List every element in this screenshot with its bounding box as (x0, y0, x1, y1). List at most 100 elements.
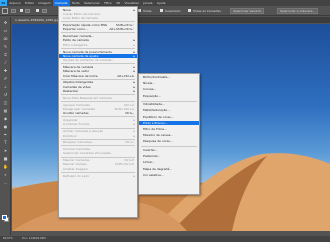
path-select-tool-icon[interactable]: ➤ (3, 148, 8, 153)
more-tools-icon[interactable]: … (3, 180, 8, 185)
layer-menu: Nova ▸ Copiar Estilo de Camada Colar Estilo… (58, 6, 138, 218)
move-tool-icon[interactable] (2, 8, 8, 14)
menu-item: Distribuir ▸ (59, 134, 137, 139)
menu-item-label: Preto e Branco... (143, 120, 168, 125)
menu-item[interactable]: Exposição... (139, 94, 199, 99)
menu-item: Achatar Imagem (59, 167, 137, 172)
menu-item-shortcut: Alt+Ctrl+G (117, 73, 134, 78)
menu-item[interactable]: Rasterizar ▸ (59, 89, 137, 94)
menu-item-shortcut: Alt+Shift+Ctrl+' (109, 27, 134, 32)
menu-item-label: Brilho/Contraste... (143, 75, 171, 79)
clone-stamp-tool-icon[interactable]: ⊥ (3, 84, 8, 89)
menu-item[interactable]: Limiar... (139, 160, 199, 165)
select-and-mask-button[interactable]: Selecionar e máscara... (277, 8, 319, 14)
menu-item-label: Selecionar Camadas Vinculadas (63, 151, 111, 156)
auto-select-checkbox[interactable] (20, 9, 23, 12)
lasso-tool-icon[interactable]: ꝏ (3, 36, 8, 41)
menu-item-label: Mapa de degradê... (143, 166, 173, 171)
menu-item[interactable]: Equilíbrio de cores... (139, 115, 199, 120)
menu-item-shortcut: Ctrl+, (125, 111, 134, 116)
menu-item[interactable]: Criar Máscara de Corte Alt+Ctrl+G (59, 74, 137, 79)
submenu-arrow-icon: ▸ (133, 122, 135, 127)
brush-tool-icon[interactable]: ✐ (3, 76, 8, 81)
label-todas-camadas: Todas as Camadas (193, 9, 221, 13)
quick-select-tool-icon[interactable]: ✎ (3, 44, 8, 49)
menu-item[interactable]: Níveis... (139, 81, 199, 86)
menu-item-label: Opções de conteúdo de camada... (63, 58, 115, 63)
marquee-tool-icon[interactable]: ▭ (3, 28, 8, 33)
zoom-level[interactable]: 66,67% (3, 236, 13, 242)
menu-item[interactable]: Mixador de canais... (139, 133, 199, 138)
all-layers-checkbox[interactable] (188, 9, 191, 12)
zoom-tool-icon[interactable]: ⌕ (3, 172, 8, 177)
gradient-tool-icon[interactable]: ▦ (3, 108, 8, 113)
eyedropper-tool-icon[interactable]: ⁄ (3, 60, 8, 65)
menu-item-label: Matiz/Saturação... (143, 108, 171, 113)
menu-item[interactable]: Filtro de Fotos... (139, 127, 199, 132)
blur-tool-icon[interactable]: ◆ (3, 116, 8, 121)
sample-checkbox[interactable] (138, 9, 141, 12)
select-subject-button[interactable]: Selecionar assunto (230, 8, 265, 14)
hand-tool-icon[interactable]: ✋ (3, 164, 8, 169)
auto-select-dropdown[interactable] (25, 9, 30, 13)
menu-item-label: Inverter... (143, 148, 158, 152)
options-bar: Todas Suavizado Todas as Camadas Selecio… (0, 6, 330, 16)
menu-item-label: Equilíbrio de cores... (143, 114, 174, 119)
menu-item-label: Ocultar camadas (63, 111, 89, 116)
menu-item: Selecionar Camadas Vinculadas (59, 151, 137, 156)
pen-tool-icon[interactable]: ✒ (3, 132, 8, 137)
submenu-arrow-icon: ▸ (133, 89, 135, 94)
menu-item[interactable]: Curvas... (139, 87, 199, 92)
menu-item-label: Exportar como... (63, 27, 88, 32)
menu-item[interactable]: Pesquisa de cores... (139, 139, 199, 144)
menu-item-label: Combinar Formas (63, 122, 90, 127)
menu-item[interactable]: Preto e Branco... (139, 120, 199, 126)
label-suavizado: Suavizado (165, 9, 181, 13)
menu-item: Bloquear Camadas... Ctrl+/ (59, 140, 137, 145)
menu-item-label: Criar Máscara de Corte (63, 73, 98, 78)
photoshop-window: Ps Arquivo Editar Imagem Camada Texto Selecio… (0, 0, 330, 242)
menu-item-label: Distribuir (63, 133, 77, 138)
menu-item: Colar Estilo de Camada (59, 16, 137, 21)
type-tool-icon[interactable]: T (3, 140, 8, 145)
menu-item-label: Curvas... (143, 87, 157, 92)
menu-item[interactable]: Matiz/Saturação... (139, 108, 199, 113)
move-tool-icon[interactable]: ✥ (3, 20, 8, 25)
dodge-tool-icon[interactable]: ● (3, 124, 8, 129)
history-brush-tool-icon[interactable]: ↺ (3, 92, 8, 97)
menu-item-label: Filtro de Fotos... (143, 127, 167, 131)
menu-item[interactable]: Ocultar camadas Ctrl+, (59, 111, 137, 116)
menu-item[interactable]: Exportar como... Alt+Shift+Ctrl+' (59, 27, 137, 32)
menu-item[interactable]: Cor seletiva... (139, 173, 199, 178)
crop-tool-icon[interactable]: ⌗ (3, 52, 8, 57)
menu-item[interactable]: Posterizar... (139, 154, 199, 159)
menu-item-label: Exposição... (143, 93, 161, 98)
menu-item-label: Rasterizar (63, 89, 79, 94)
menu-item[interactable]: Vibratilidade... (139, 102, 199, 107)
menu-item-label: Refinado do Lado (63, 173, 90, 178)
menu-item-label: Achatar Imagem (63, 166, 88, 171)
align-options-button[interactable] (42, 9, 47, 13)
menu-item-label: Nova Fatia Baseada em Camada (63, 95, 112, 100)
menu-item: Opções de conteúdo de camada... (59, 58, 137, 63)
menu-item-shortcut: Ctrl+/ (125, 140, 134, 145)
tool-preset-dropdown[interactable] (11, 9, 16, 13)
menu-item[interactable]: Brilho/Contraste... (139, 75, 199, 80)
eraser-tool-icon[interactable]: ◫ (3, 100, 8, 105)
tools-panel: ✥ ▭ ꝏ ✎ ⌗ ⁄ ✚ ✐ ⊥ ↺ ◫ ▦ ◆ ● ✒ T ➤ ■ ✋ ⌕ … (0, 17, 11, 235)
label-todas: Todas (143, 9, 152, 13)
menu-item-label: Pesquisa de cores... (143, 139, 173, 144)
transform-controls-checkbox[interactable] (36, 9, 39, 12)
document-size: Doc: 2,64M/2,64M (22, 237, 46, 240)
menu-item-label: Cor seletiva... (143, 172, 164, 177)
submenu-arrow-icon: ▸ (133, 133, 135, 138)
shape-tool-icon[interactable]: ■ (3, 156, 8, 161)
foreground-color-swatch[interactable] (2, 215, 7, 220)
menu-item[interactable]: Mapa de degradê... (139, 167, 199, 172)
antialias-checkbox[interactable] (160, 9, 163, 12)
menu-item-label: Posterizar... (143, 154, 161, 159)
menu-item-label: Filtro Inteligente (63, 42, 88, 47)
healing-brush-tool-icon[interactable]: ✚ (3, 68, 8, 73)
menu-item: Nova Fatia Baseada em Camada (59, 96, 137, 101)
menu-item[interactable]: Inverter... (139, 148, 199, 153)
